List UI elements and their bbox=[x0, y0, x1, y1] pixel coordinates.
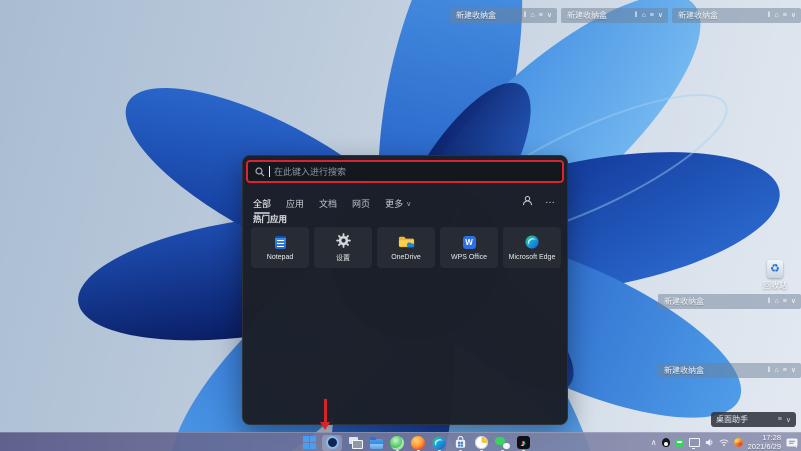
douyin-button[interactable]: ♪ bbox=[515, 435, 531, 451]
browser-360-button[interactable] bbox=[389, 435, 405, 451]
text-caret bbox=[269, 166, 270, 177]
display-tray-icon[interactable] bbox=[689, 438, 700, 447]
settings-gear-icon bbox=[336, 233, 351, 249]
store-bag-icon bbox=[454, 436, 467, 449]
tab-all[interactable]: 全部 bbox=[253, 197, 271, 210]
chevron-down-icon[interactable]: ∨ bbox=[658, 12, 663, 19]
start-button[interactable] bbox=[301, 435, 317, 451]
desktop-assistant-label: 桌面助手 bbox=[711, 414, 778, 425]
sort-icon[interactable]: ‖ bbox=[635, 12, 638, 19]
edge-icon bbox=[525, 234, 539, 250]
search-flyout: 全部 应用 文档 网页 更多 ∨ … 热门应用 bbox=[242, 155, 568, 425]
sort-icon[interactable]: ‖ bbox=[768, 12, 771, 19]
chevron-down-icon[interactable]: ∨ bbox=[791, 298, 796, 305]
sort-icon[interactable]: ‖ bbox=[768, 367, 771, 374]
top-apps-grid: Notepad bbox=[251, 227, 561, 268]
tab-apps[interactable]: 应用 bbox=[286, 197, 304, 210]
app-tile-wps[interactable]: W WPS Office bbox=[440, 227, 498, 268]
tab-more[interactable]: 更多 ∨ bbox=[385, 197, 411, 210]
sort-icon[interactable]: ‖ bbox=[768, 298, 771, 305]
menu-icon[interactable]: ≡ bbox=[783, 367, 787, 374]
pin-icon[interactable]: ⌂ bbox=[531, 12, 535, 19]
qq-tray-icon[interactable] bbox=[662, 438, 670, 447]
organizer-box-header[interactable]: 新建收纳盒 ‖ ⌂ ≡ ∨ bbox=[450, 8, 557, 23]
file-explorer-button[interactable] bbox=[368, 435, 384, 451]
annotation-arrow bbox=[320, 399, 332, 430]
more-options-icon[interactable]: … bbox=[545, 196, 555, 206]
pie-icon bbox=[475, 436, 488, 449]
app-tile-onedrive[interactable]: OneDrive bbox=[377, 227, 435, 268]
tab-documents[interactable]: 文档 bbox=[319, 197, 337, 210]
desktop-assistant-bar[interactable]: 桌面助手 ≡ ∨ bbox=[711, 412, 796, 427]
pin-icon[interactable]: ⌂ bbox=[775, 367, 779, 374]
task-view-icon bbox=[348, 436, 362, 449]
firefox-icon bbox=[411, 436, 425, 450]
windows-logo-icon bbox=[303, 436, 316, 449]
organizer-box-header[interactable]: 新建收纳盒 ‖ ⌂ ≡ ∨ bbox=[672, 8, 801, 23]
onedrive-icon bbox=[398, 234, 415, 250]
green-browser-icon bbox=[390, 436, 404, 450]
tray-chevron-up-icon[interactable]: ∧ bbox=[651, 439, 657, 447]
folder-icon bbox=[370, 439, 383, 449]
sort-icon[interactable]: ‖ bbox=[524, 12, 527, 19]
pie-app-button[interactable] bbox=[473, 435, 489, 451]
firefox-button[interactable] bbox=[410, 435, 426, 451]
edge-icon bbox=[432, 436, 446, 450]
task-view-button[interactable] bbox=[347, 435, 363, 451]
menu-icon[interactable]: ≡ bbox=[539, 12, 543, 19]
chevron-down-icon[interactable]: ∨ bbox=[786, 416, 791, 424]
menu-icon[interactable]: ≡ bbox=[778, 416, 782, 424]
tab-web[interactable]: 网页 bbox=[352, 197, 370, 210]
taskbar: ♪ ∧ 17:28 2021/6/29 bbox=[0, 432, 801, 451]
organizer-box-label: 新建收纳盒 bbox=[450, 10, 524, 21]
clock[interactable]: 17:28 2021/6/29 bbox=[748, 434, 781, 451]
pin-icon[interactable]: ⌂ bbox=[775, 298, 779, 305]
organizer-box-header[interactable]: 新建收纳盒 ‖ ⌂ ≡ ∨ bbox=[658, 294, 801, 309]
pin-icon[interactable]: ⌂ bbox=[642, 12, 646, 19]
app-tile-notepad[interactable]: Notepad bbox=[251, 227, 309, 268]
desktop: 新建收纳盒 ‖ ⌂ ≡ ∨ 新建收纳盒 ‖ ⌂ ≡ ∨ 新建收纳盒 ‖ ⌂ ≡ … bbox=[0, 0, 801, 451]
search-box-annotated[interactable] bbox=[246, 160, 564, 183]
search-input[interactable] bbox=[274, 167, 555, 177]
organizer-box-label: 新建收纳盒 bbox=[658, 365, 768, 376]
clock-date: 2021/6/29 bbox=[748, 443, 781, 451]
search-orb-icon bbox=[326, 436, 339, 449]
chevron-down-icon[interactable]: ∨ bbox=[547, 12, 552, 19]
app-tile-edge[interactable]: Microsoft Edge bbox=[503, 227, 561, 268]
search-icon bbox=[255, 167, 265, 177]
wifi-icon[interactable] bbox=[719, 438, 729, 447]
microsoft-store-button[interactable] bbox=[452, 435, 468, 451]
recycle-bin-label: 回收站 bbox=[749, 280, 801, 291]
music-note-icon: ♪ bbox=[517, 436, 530, 449]
security-360-tray-icon[interactable] bbox=[734, 438, 743, 447]
recycle-bin-icon[interactable]: ♻ bbox=[767, 260, 783, 278]
chevron-down-icon[interactable]: ∨ bbox=[791, 367, 796, 374]
chevron-down-icon[interactable]: ∨ bbox=[791, 12, 796, 19]
messenger-button[interactable] bbox=[494, 435, 510, 451]
volume-icon[interactable] bbox=[705, 438, 714, 447]
chat-bubbles-icon bbox=[495, 437, 510, 449]
organizer-box-header[interactable]: 新建收纳盒 ‖ ⌂ ≡ ∨ bbox=[561, 8, 668, 23]
menu-icon[interactable]: ≡ bbox=[783, 12, 787, 19]
chevron-down-icon: ∨ bbox=[406, 200, 411, 208]
organizer-box-label: 新建收纳盒 bbox=[672, 10, 768, 21]
wechat-tray-icon[interactable] bbox=[675, 439, 684, 447]
organizer-box-label: 新建收纳盒 bbox=[561, 10, 635, 21]
notification-icon[interactable] bbox=[786, 438, 798, 448]
notepad-icon bbox=[275, 234, 286, 250]
account-icon[interactable] bbox=[522, 195, 533, 206]
organizer-box-header[interactable]: 新建收纳盒 ‖ ⌂ ≡ ∨ bbox=[658, 363, 801, 378]
search-filter-tabs: 全部 应用 文档 网页 更多 ∨ bbox=[253, 197, 411, 210]
edge-button[interactable] bbox=[431, 435, 447, 451]
menu-icon[interactable]: ≡ bbox=[650, 12, 654, 19]
app-tile-settings[interactable]: 设置 bbox=[314, 227, 372, 268]
recycle-bin[interactable]: ♻ 回收站 bbox=[749, 260, 801, 291]
section-title: 热门应用 bbox=[253, 213, 287, 225]
pin-icon[interactable]: ⌂ bbox=[775, 12, 779, 19]
organizer-box-label: 新建收纳盒 bbox=[658, 296, 768, 307]
menu-icon[interactable]: ≡ bbox=[783, 298, 787, 305]
search-button-active[interactable] bbox=[322, 435, 342, 451]
wps-office-icon: W bbox=[463, 234, 476, 250]
